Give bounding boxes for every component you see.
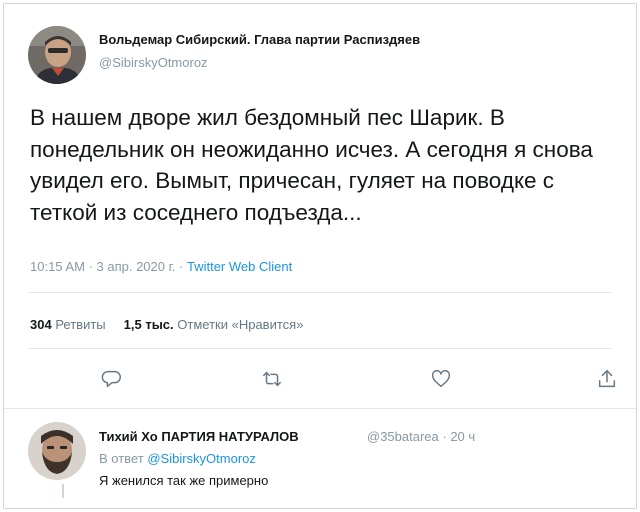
- reply-author-avatar[interactable]: [28, 422, 86, 480]
- tweet-date[interactable]: 3 апр. 2020 г.: [97, 259, 176, 274]
- share-icon: [598, 370, 616, 388]
- reply-author-name[interactable]: Тихий Хо ПАРТИЯ НАТУРАЛОВ: [99, 429, 299, 444]
- tweet-time[interactable]: 10:15 AM: [30, 259, 85, 274]
- like-icon: [431, 369, 451, 388]
- tweet-text: В нашем дворе жил бездомный пес Шарик. В…: [30, 105, 593, 225]
- author-handle[interactable]: @SibirskyOtmoroz: [99, 55, 208, 70]
- retweet-icon: [263, 371, 281, 387]
- in-reply-to: В ответ @SibirskyOtmoroz: [99, 451, 256, 466]
- divider: [28, 348, 612, 349]
- in-reply-prefix: В ответ: [99, 451, 144, 466]
- reply-author-handle[interactable]: @35batarea: [367, 429, 439, 444]
- reply-icon: [101, 370, 121, 388]
- retweets-count: 304: [30, 317, 52, 332]
- retweets-label: Ретвиты: [55, 317, 106, 332]
- tweet-card: Вольдемар Сибирский. Глава партии Распиз…: [3, 3, 637, 509]
- likes-stat[interactable]: 1,5 тыс. Отметки «Нравится»: [124, 317, 304, 332]
- tweet-meta: 10:15 AM · 3 апр. 2020 г. · Twitter Web …: [30, 259, 292, 274]
- reply-time[interactable]: 20 ч: [450, 429, 475, 444]
- share-button[interactable]: [592, 366, 622, 392]
- likes-count: 1,5 тыс.: [123, 317, 174, 332]
- in-reply-handle-link[interactable]: @SibirskyOtmoroz: [147, 451, 256, 466]
- tweet-stats: 304 Ретвиты 1,5 тыс. Отметки «Нравится»: [30, 317, 303, 332]
- tweet-client-link[interactable]: Twitter Web Client: [187, 259, 292, 274]
- author-name[interactable]: Вольдемар Сибирский. Глава партии Распиз…: [99, 32, 420, 47]
- meta-separator: ·: [438, 429, 451, 444]
- thread-line: [62, 484, 64, 498]
- retweets-stat[interactable]: 304 Ретвиты: [30, 317, 106, 332]
- reply-text: Я женился так же примерно: [99, 473, 269, 488]
- reply-button[interactable]: [97, 366, 127, 392]
- author-avatar[interactable]: [28, 26, 86, 84]
- meta-separator: ·: [88, 259, 97, 274]
- divider: [28, 292, 612, 293]
- likes-label: Отметки «Нравится»: [177, 317, 304, 332]
- divider: [4, 408, 636, 409]
- reply-meta: @35batarea · 20 ч: [367, 429, 475, 444]
- meta-separator: ·: [179, 259, 187, 274]
- like-button[interactable]: [426, 366, 456, 392]
- retweet-button[interactable]: [257, 366, 287, 392]
